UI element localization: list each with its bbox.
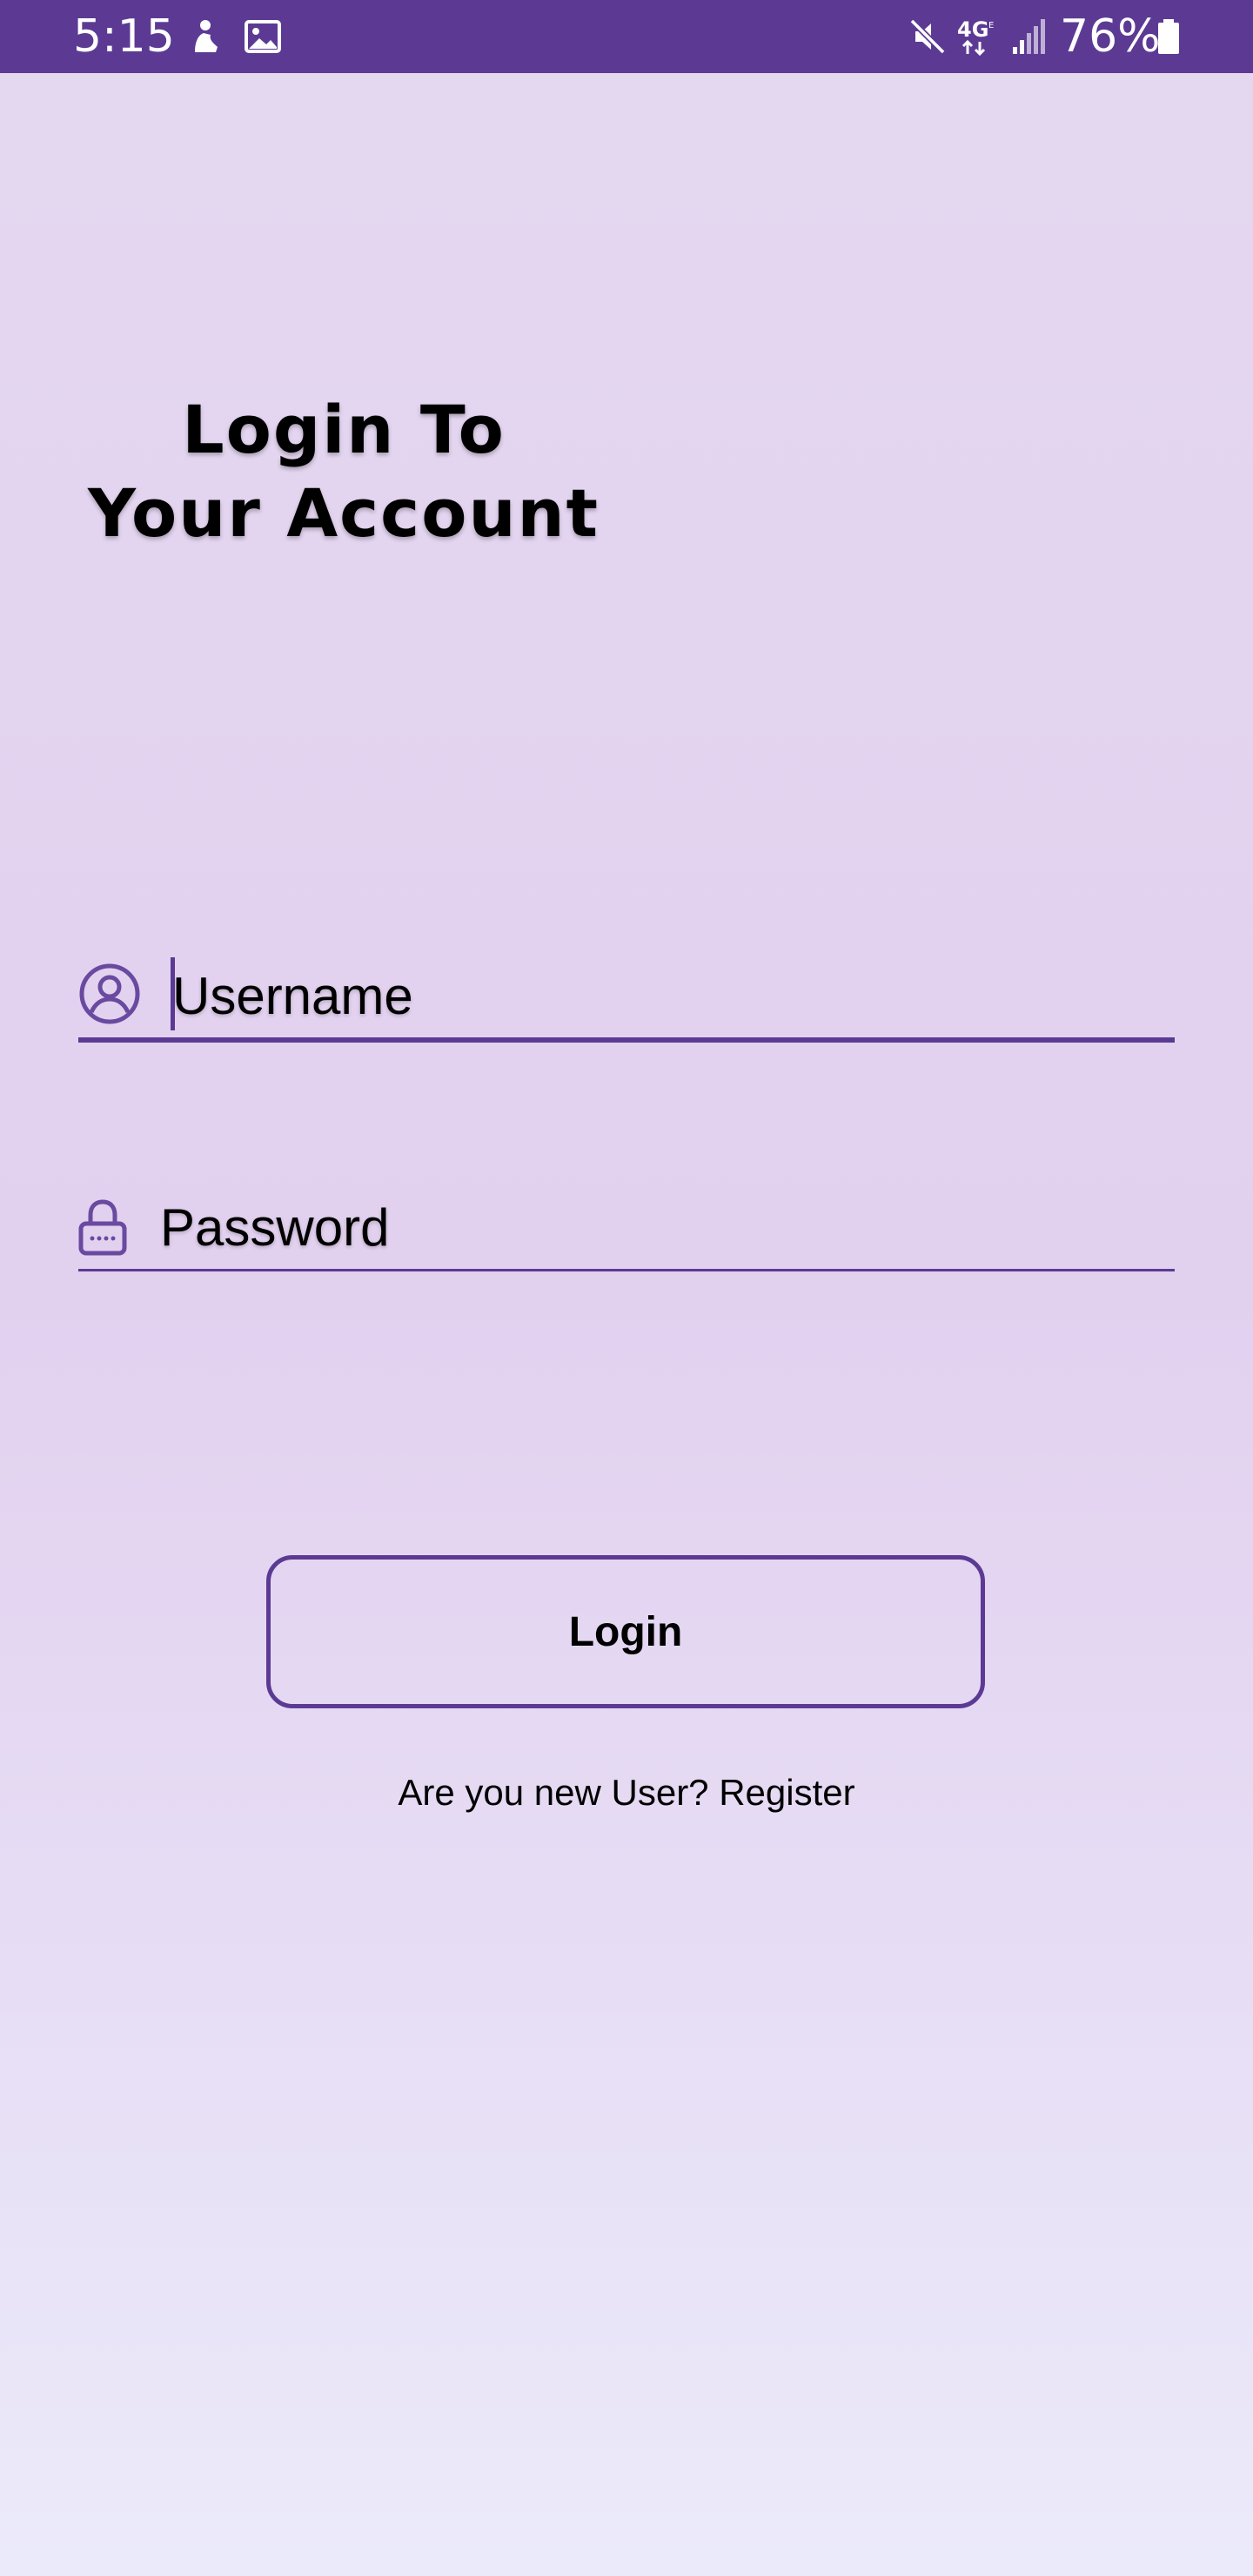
mute-icon xyxy=(909,18,946,55)
4g-lte-icon: 4G E xyxy=(957,17,994,56)
account-circle-icon xyxy=(79,963,140,1024)
status-time: 5:15 xyxy=(73,10,175,63)
battery-percent: 76% xyxy=(1060,10,1161,63)
login-button[interactable]: Login xyxy=(266,1555,985,1708)
svg-text:E: E xyxy=(988,21,994,30)
username-field[interactable] xyxy=(78,954,1175,1043)
password-underline xyxy=(78,1269,1175,1271)
password-input[interactable] xyxy=(160,1194,1161,1260)
page-title: Login To Your Account xyxy=(87,388,600,555)
page-title-line2: Your Account xyxy=(88,474,600,552)
lock-icon xyxy=(78,1199,127,1256)
password-field[interactable] xyxy=(78,1189,1175,1272)
register-link[interactable]: Are you new User? Register xyxy=(278,1772,975,1814)
page-title-line1: Login To xyxy=(182,391,506,468)
username-input[interactable] xyxy=(172,963,1164,1029)
username-underline xyxy=(78,1037,1175,1043)
svg-text:4G: 4G xyxy=(957,17,988,42)
signal-icon xyxy=(1013,19,1045,54)
gallery-icon xyxy=(245,20,281,53)
notification-person-icon xyxy=(195,20,218,52)
status-bar: 5:15 4G E 76% xyxy=(0,0,1253,73)
battery-icon xyxy=(1158,19,1179,54)
